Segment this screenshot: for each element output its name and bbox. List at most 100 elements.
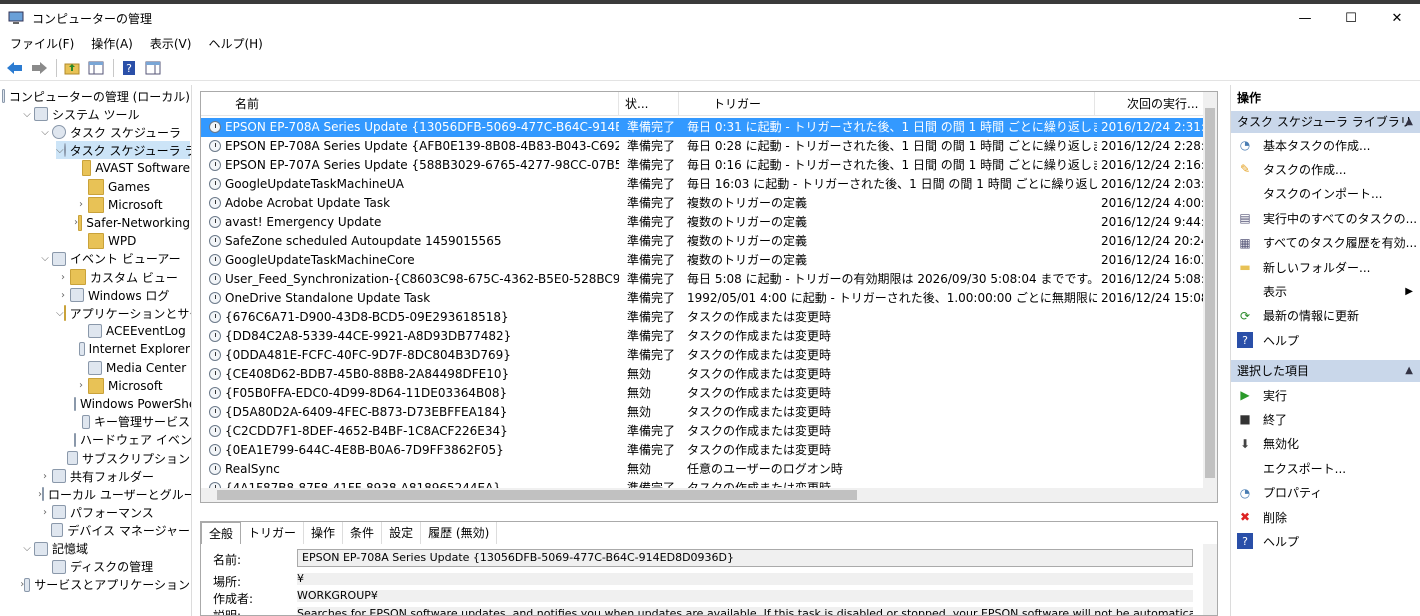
back-arrow-icon[interactable] bbox=[4, 57, 26, 79]
task-row[interactable]: {0EA1E799-644C-4E8B-B0A6-7D9FF3862F05} 準備… bbox=[201, 441, 1209, 460]
collapse-icon[interactable]: ▲ bbox=[1405, 360, 1413, 382]
task-list-horizontal-scrollbar[interactable] bbox=[201, 488, 1203, 502]
forward-arrow-icon[interactable] bbox=[28, 57, 50, 79]
action-item[interactable]: ⟳ 最新の情報に更新 bbox=[1231, 304, 1420, 328]
task-row[interactable]: GoogleUpdateTaskMachineUA 準備完了 毎日 16:03 に起… bbox=[201, 175, 1211, 194]
menu-file[interactable]: ファイル(F) bbox=[0, 35, 81, 52]
up-folder-icon[interactable] bbox=[61, 57, 83, 79]
expand-arrow-icon[interactable]: ⌵ bbox=[20, 543, 34, 554]
expand-arrow-icon[interactable]: ⌵ bbox=[56, 308, 64, 319]
tree-item[interactable]: › パフォーマンス bbox=[38, 503, 190, 521]
help-icon[interactable]: ? bbox=[118, 57, 140, 79]
action-item[interactable]: エクスポート... bbox=[1231, 456, 1420, 480]
action-item[interactable]: ■ 終了 bbox=[1231, 407, 1420, 431]
action-item[interactable]: ▶ 実行 bbox=[1231, 383, 1420, 407]
task-row[interactable]: RealSync 無効 任意のユーザーのログオン時 bbox=[201, 460, 1209, 479]
task-row[interactable]: {CE408D62-BDB7-45B0-88B8-2A84498DFE10} 無効… bbox=[201, 365, 1209, 384]
tree-item[interactable]: ⌵ タスク スケジューラ bbox=[38, 123, 190, 141]
column-trigger[interactable]: トリガー bbox=[679, 92, 1095, 116]
expand-arrow-icon[interactable]: ⌵ bbox=[56, 145, 64, 156]
task-row[interactable]: Adobe Acrobat Update Task 準備完了 複数のトリガーの定義 2… bbox=[201, 194, 1211, 213]
action-item[interactable]: ✖ 削除 bbox=[1231, 505, 1420, 529]
tab-general[interactable]: 全般 bbox=[201, 522, 242, 544]
tab-actions[interactable]: 操作 bbox=[304, 522, 344, 544]
menu-help[interactable]: ヘルプ(H) bbox=[198, 35, 269, 52]
tree-item[interactable]: ⌵ イベント ビューアー bbox=[38, 250, 190, 268]
task-row[interactable]: {DD84C2A8-5339-44CE-9921-A8D93DB77482} 準備… bbox=[201, 327, 1209, 346]
task-row[interactable]: {0DDA481E-FCFC-40FC-9D7F-8DC804B3D769} 準備… bbox=[201, 346, 1209, 365]
action-item[interactable]: ✎ タスクの作成... bbox=[1231, 157, 1420, 181]
column-name[interactable]: 名前 bbox=[201, 92, 619, 116]
detail-vertical-scrollbar[interactable] bbox=[1203, 544, 1217, 615]
action-item[interactable]: タスクのインポート... bbox=[1231, 182, 1420, 206]
tree-item[interactable]: Games bbox=[74, 178, 190, 196]
column-next-run[interactable]: 次回の実行... bbox=[1095, 92, 1211, 116]
action-item[interactable]: 表示 ▶ bbox=[1231, 279, 1420, 303]
minimize-button[interactable]: — bbox=[1282, 4, 1328, 32]
action-item[interactable]: ⬇ 無効化 bbox=[1231, 432, 1420, 456]
tree-item[interactable]: › カスタム ビュー bbox=[56, 268, 190, 286]
scrollbar-thumb[interactable] bbox=[217, 490, 857, 500]
action-item[interactable]: ? ヘルプ bbox=[1231, 328, 1420, 352]
task-row[interactable]: SafeZone scheduled Autoupdate 1459015565… bbox=[201, 232, 1211, 251]
tab-settings[interactable]: 設定 bbox=[382, 522, 422, 544]
tree-item[interactable]: ACEEventLog bbox=[74, 322, 190, 340]
tree-item[interactable]: ⌵ 記憶域 bbox=[20, 540, 190, 558]
description-field[interactable]: Searches for EPSON software updates, and… bbox=[297, 607, 1193, 615]
actions-section-library[interactable]: タスク スケジューラ ライブラリ ▲ bbox=[1231, 111, 1420, 133]
menu-action[interactable]: 操作(A) bbox=[81, 35, 140, 52]
tree-item[interactable]: › Safer-Networking bbox=[74, 214, 190, 232]
tree-item[interactable]: コンピューターの管理 (ローカル) bbox=[2, 87, 190, 105]
task-row[interactable]: GoogleUpdateTaskMachineCore 準備完了 複数のトリガーの定… bbox=[201, 251, 1211, 270]
tree-item[interactable]: ディスクの管理 bbox=[38, 558, 190, 576]
tree-item[interactable]: Windows PowerShell bbox=[74, 395, 191, 413]
expand-arrow-icon[interactable]: ⌵ bbox=[38, 127, 52, 138]
collapse-arrow-icon[interactable]: › bbox=[74, 380, 88, 391]
tree-item[interactable]: WPD bbox=[74, 232, 190, 250]
column-status[interactable]: 状... bbox=[619, 92, 679, 116]
collapse-arrow-icon[interactable]: › bbox=[38, 507, 52, 518]
tab-history[interactable]: 履歴 (無効) bbox=[421, 522, 498, 544]
task-row[interactable]: EPSON EP-707A Series Update {588B3029-67… bbox=[201, 156, 1211, 175]
tree-item[interactable]: Media Center bbox=[74, 359, 190, 377]
tab-triggers[interactable]: トリガー bbox=[241, 522, 305, 544]
tree-item[interactable]: Internet Explorer bbox=[74, 340, 190, 358]
task-row[interactable]: {D5A80D2A-6409-4FEC-B873-D73EBFFEA184} 無効… bbox=[201, 403, 1209, 422]
tree-item[interactable]: サブスクリプション bbox=[56, 449, 190, 467]
name-field[interactable]: EPSON EP-708A Series Update {13056DFB-50… bbox=[297, 549, 1193, 567]
action-pane-icon[interactable] bbox=[142, 57, 164, 79]
tree-item[interactable]: › Windows ログ bbox=[56, 286, 190, 304]
scrollbar-thumb[interactable] bbox=[1205, 108, 1215, 478]
task-row[interactable]: {676C6A71-D900-43D8-BCD5-09E293618518} 準備… bbox=[201, 308, 1209, 327]
collapse-icon[interactable]: ▲ bbox=[1405, 111, 1413, 133]
task-list-vertical-scrollbar[interactable] bbox=[1203, 92, 1217, 502]
action-item[interactable]: ▬ 新しいフォルダー... bbox=[1231, 255, 1420, 279]
expand-arrow-icon[interactable]: ⌵ bbox=[20, 109, 34, 120]
tree-item[interactable]: ⌵ システム ツール bbox=[20, 105, 190, 123]
tree-item[interactable]: キー管理サービス bbox=[74, 413, 190, 431]
task-row[interactable]: avast! Emergency Update 準備完了 複数のトリガーの定義 201… bbox=[201, 213, 1211, 232]
tree-item[interactable]: ⌵ タスク スケジューラ ライブラリ bbox=[56, 141, 191, 160]
menu-view[interactable]: 表示(V) bbox=[140, 35, 199, 52]
tree-item[interactable]: › ローカル ユーザーとグループ bbox=[38, 485, 191, 503]
actions-section-selected[interactable]: 選択した項目 ▲ bbox=[1231, 360, 1420, 382]
task-row[interactable]: EPSON EP-708A Series Update {AFB0E139-8B… bbox=[201, 137, 1211, 156]
action-item[interactable]: ? ヘルプ bbox=[1231, 529, 1420, 553]
tree-item[interactable]: › サービスとアプリケーション bbox=[20, 576, 190, 594]
task-row[interactable]: OneDrive Standalone Update Task 準備完了 1992/… bbox=[201, 289, 1211, 308]
tree-item[interactable]: › 共有フォルダー bbox=[38, 467, 190, 485]
action-item[interactable]: ◔ 基本タスクの作成... bbox=[1231, 133, 1420, 157]
tree-item[interactable]: ハードウェア イベント bbox=[74, 431, 191, 449]
tree-item[interactable]: › Microsoft bbox=[74, 196, 190, 214]
action-item[interactable]: ▦ すべてのタスク履歴を有効... bbox=[1231, 231, 1420, 255]
close-button[interactable]: ✕ bbox=[1374, 4, 1420, 32]
expand-arrow-icon[interactable]: ⌵ bbox=[38, 253, 52, 264]
action-item[interactable]: ◔ プロパティ bbox=[1231, 481, 1420, 505]
tree-item[interactable]: AVAST Software bbox=[74, 159, 190, 177]
tab-conditions[interactable]: 条件 bbox=[343, 522, 383, 544]
collapse-arrow-icon[interactable]: › bbox=[38, 471, 52, 482]
task-row[interactable]: {F05B0FFA-EDC0-4D99-8D64-11DE03364B08} 無効… bbox=[201, 384, 1209, 403]
maximize-button[interactable]: ☐ bbox=[1328, 4, 1374, 32]
collapse-arrow-icon[interactable]: › bbox=[56, 290, 70, 301]
action-item[interactable]: ▤ 実行中のすべてのタスクの... bbox=[1231, 206, 1420, 230]
